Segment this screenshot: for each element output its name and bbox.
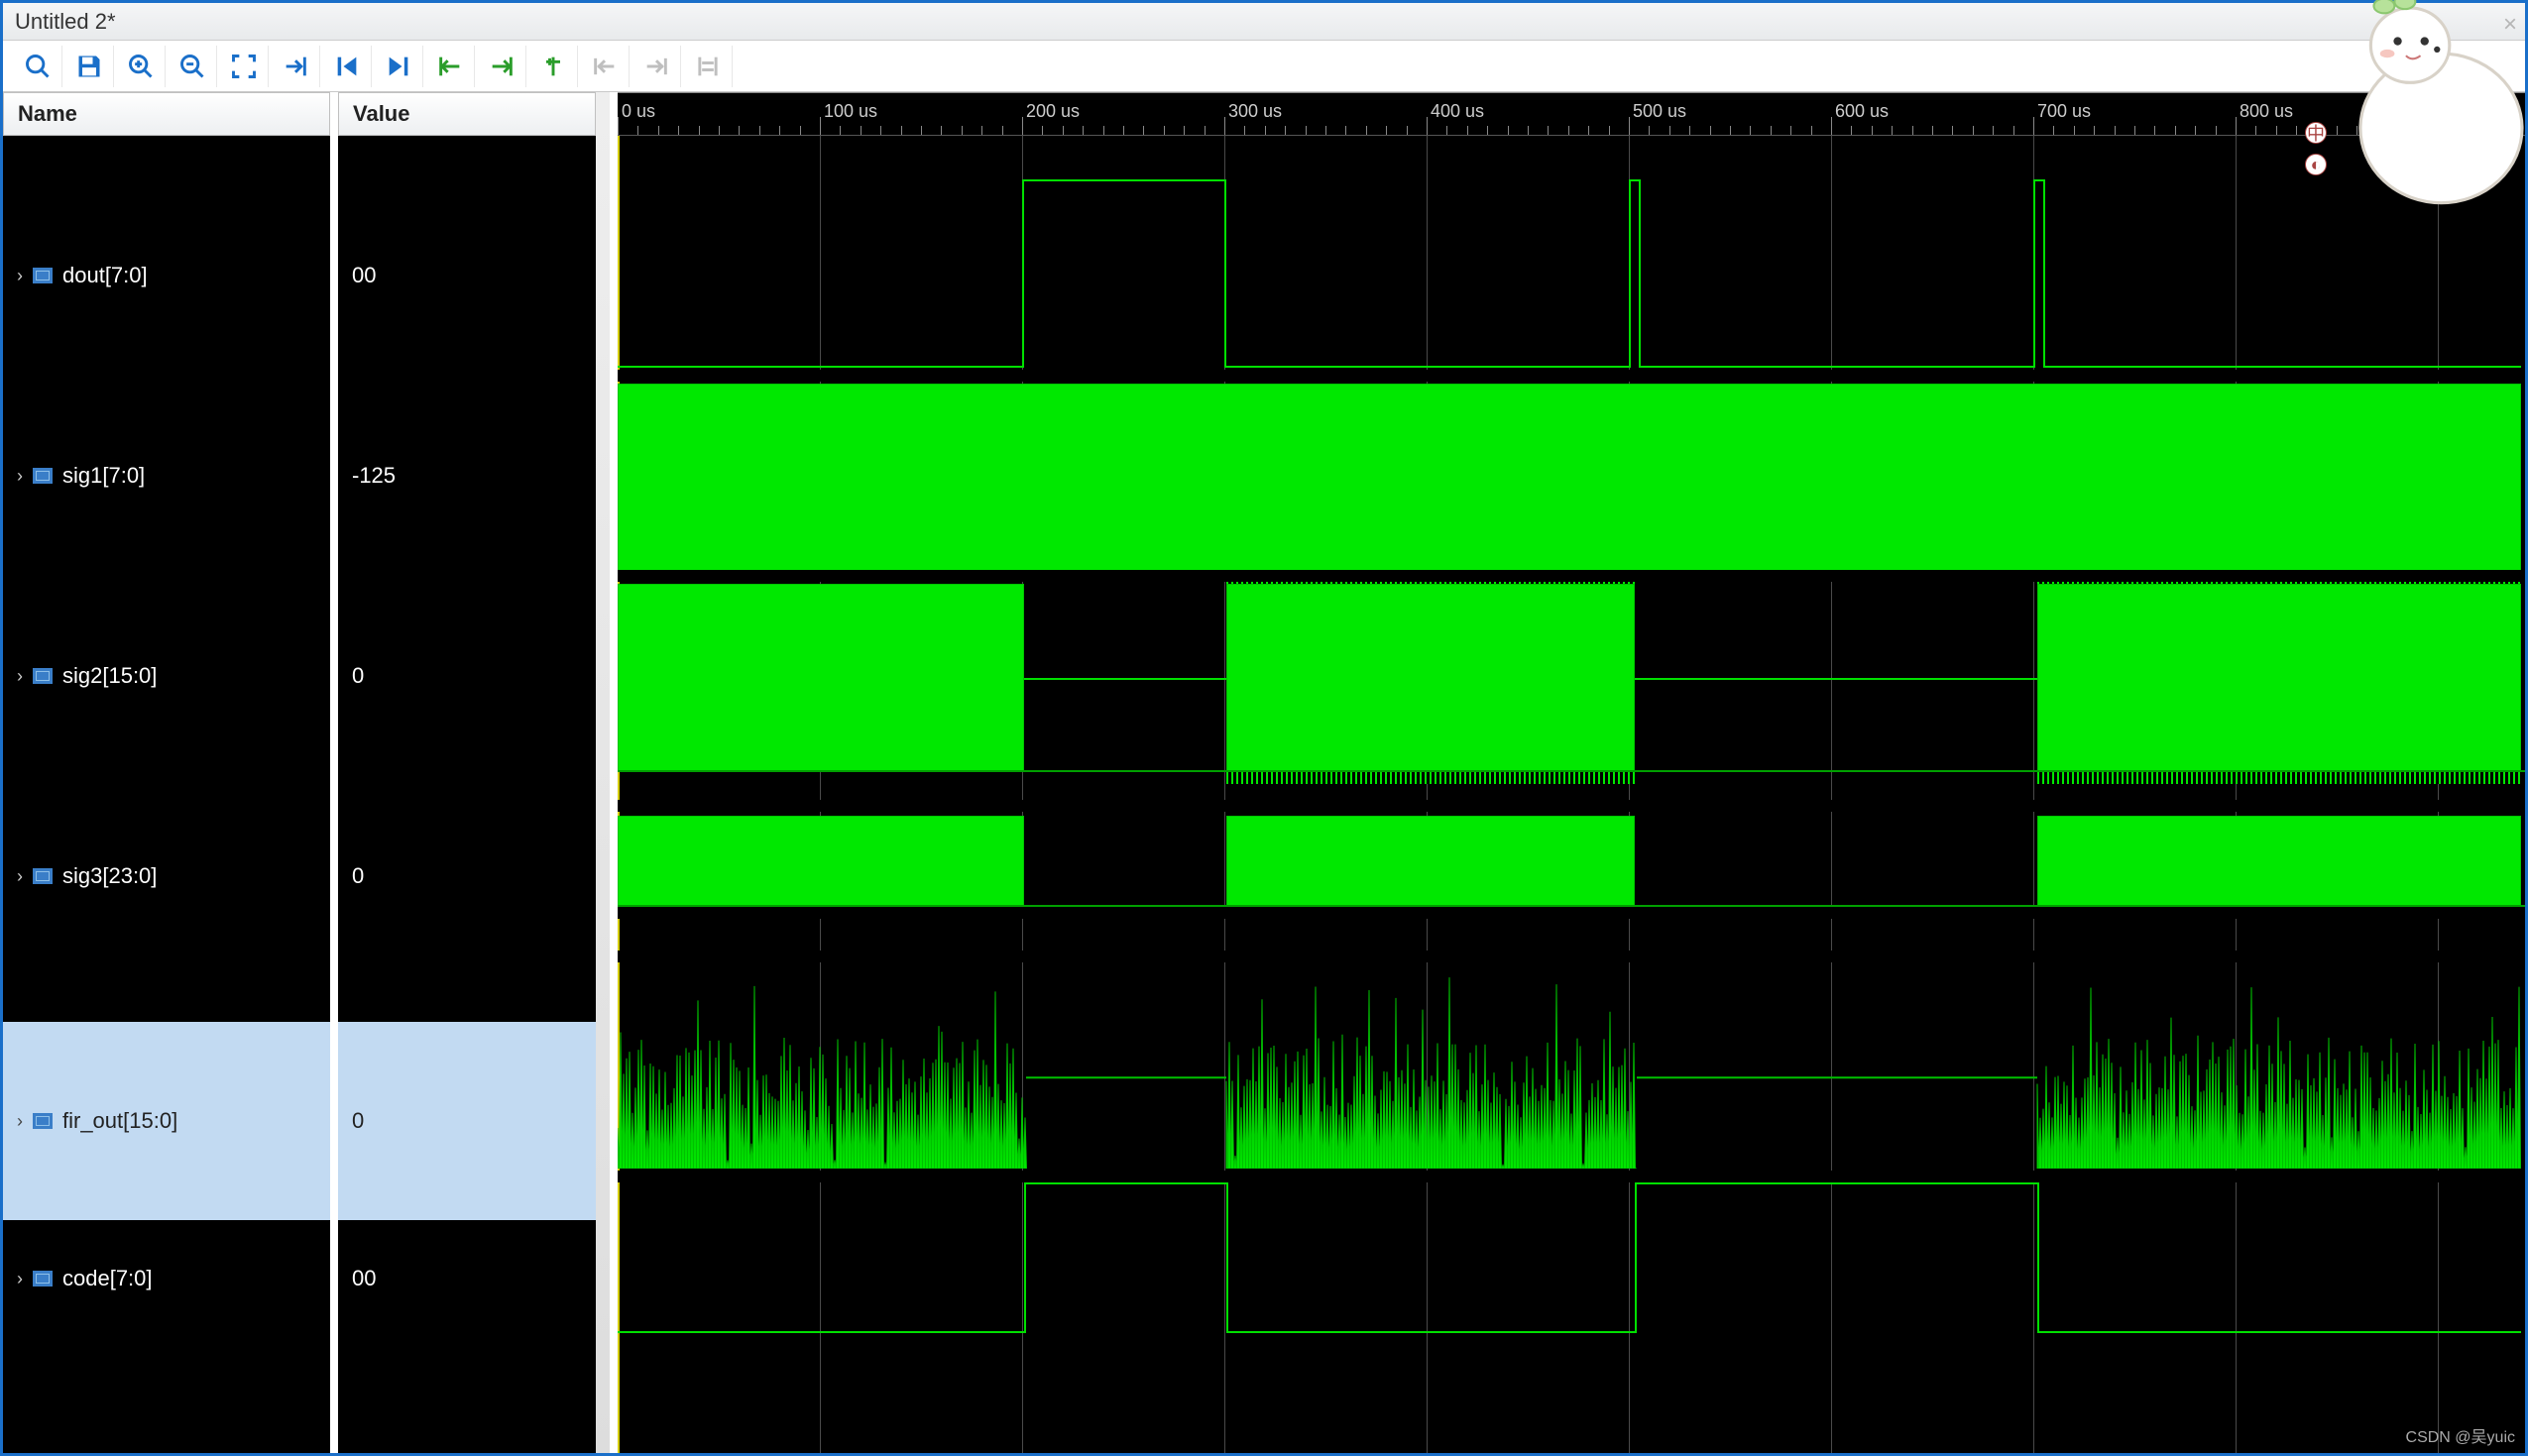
theme-badge-icon[interactable]: ◐ xyxy=(2305,154,2327,175)
signal-label: sig2[15:0] xyxy=(62,663,157,689)
time-tick: 0 us xyxy=(622,101,655,122)
bus-icon xyxy=(33,268,53,283)
value-panel: Value 00-12500000 xyxy=(338,92,596,1453)
expand-icon[interactable]: › xyxy=(17,1269,23,1289)
add-marker-icon[interactable] xyxy=(528,46,578,87)
ime-badge[interactable]: 中 xyxy=(2305,122,2327,144)
goto-cursor-icon[interactable] xyxy=(271,46,320,87)
time-tick: 700 us xyxy=(2037,101,2091,122)
signal-name-sig1[7:0][interactable]: › sig1[7:0] xyxy=(3,421,330,530)
titlebar: Untitled 2* × xyxy=(3,3,2525,41)
signal-value-dout[7:0][interactable]: 00 xyxy=(338,221,596,330)
bus-icon xyxy=(33,468,53,484)
wave-sig2 xyxy=(618,584,2525,772)
wave-grid xyxy=(618,136,2525,1453)
time-tick: 300 us xyxy=(1228,101,1282,122)
prev-marker-icon[interactable] xyxy=(580,46,630,87)
value-rows: 00-12500000 xyxy=(338,136,596,1453)
signal-value-sig3[23:0][interactable]: 0 xyxy=(338,822,596,931)
zoom-in-icon[interactable] xyxy=(116,46,166,87)
bus-icon xyxy=(33,1271,53,1287)
signal-value-sig2[15:0][interactable]: 0 xyxy=(338,621,596,730)
value-text: 0 xyxy=(352,663,364,689)
signal-name-fir_out[15:0][interactable]: › fir_out[15:0] xyxy=(3,1022,330,1220)
zoom-out-icon[interactable] xyxy=(168,46,217,87)
expand-icon[interactable]: › xyxy=(17,1111,23,1132)
signal-value-sig1[7:0][interactable]: -125 xyxy=(338,421,596,530)
wave-dout xyxy=(618,179,2525,368)
time-tick: 600 us xyxy=(1835,101,1889,122)
wave-code xyxy=(618,1182,2525,1333)
value-text: 00 xyxy=(352,1266,376,1291)
goto-start-icon[interactable] xyxy=(322,46,372,87)
splitter[interactable] xyxy=(596,92,610,1453)
swap-markers-icon[interactable] xyxy=(683,46,733,87)
watermark: CSDN @吴yuic xyxy=(2406,1423,2515,1447)
time-tick: 800 us xyxy=(2240,101,2293,122)
main-body: Name › dout[7:0] › sig1[7:0] › sig2[15:0] › sig… xyxy=(3,92,2525,1453)
expand-icon[interactable]: › xyxy=(17,466,23,487)
signal-value-fir_out[15:0][interactable]: 0 xyxy=(338,1022,596,1220)
prev-transition-icon[interactable] xyxy=(425,46,475,87)
wave-fir_out xyxy=(618,966,2525,1169)
next-marker-icon[interactable] xyxy=(632,46,681,87)
signal-label: fir_out[15:0] xyxy=(62,1108,177,1134)
zoom-fit-icon[interactable] xyxy=(219,46,269,87)
bus-icon xyxy=(33,1113,53,1129)
close-icon[interactable]: × xyxy=(2503,11,2517,39)
time-axis: 0 us 100 us 200 us 300 us 400 us 500 us 600 us… xyxy=(618,92,2525,136)
signal-value-code[7:0][interactable]: 00 xyxy=(338,1224,596,1333)
signal-label: sig1[7:0] xyxy=(62,463,145,489)
signal-name-sig2[15:0][interactable]: › sig2[15:0] xyxy=(3,621,330,730)
time-tick: 200 us xyxy=(1026,101,1080,122)
signal-label: sig3[23:0] xyxy=(62,863,157,889)
toolbar xyxy=(3,41,2525,92)
name-column-header[interactable]: Name xyxy=(3,92,330,136)
time-tick: 400 us xyxy=(1431,101,1484,122)
bus-icon xyxy=(33,668,53,684)
value-text: 0 xyxy=(352,1108,364,1134)
expand-icon[interactable]: › xyxy=(17,666,23,687)
value-text: 00 xyxy=(352,263,376,288)
signal-name-sig3[23:0][interactable]: › sig3[23:0] xyxy=(3,822,330,931)
search-icon[interactable] xyxy=(13,46,62,87)
time-tick: 500 us xyxy=(1633,101,1686,122)
value-text: -125 xyxy=(352,463,396,489)
wave-sig1 xyxy=(618,384,2525,572)
signal-name-dout[7:0][interactable]: › dout[7:0] xyxy=(3,221,330,330)
waveform-window: Untitled 2* × Name ›dout[7:0]›sig1[7:0]›… xyxy=(0,0,2528,1456)
signal-label: dout[7:0] xyxy=(62,263,148,288)
value-text: 0 xyxy=(352,863,364,889)
name-panel: Name › dout[7:0] › sig1[7:0] › sig2[15:0] › sig… xyxy=(3,92,330,1453)
wave-sig3 xyxy=(618,816,2525,907)
save-icon[interactable] xyxy=(64,46,114,87)
signal-name-code[7:0][interactable]: › code[7:0] xyxy=(3,1224,330,1333)
expand-icon[interactable]: › xyxy=(17,866,23,887)
goto-end-icon[interactable] xyxy=(374,46,423,87)
window-title: Untitled 2* xyxy=(15,9,116,35)
waveform-canvas[interactable]: 0 us 100 us 200 us 300 us 400 us 500 us 600 us… xyxy=(618,92,2525,1453)
expand-icon[interactable]: › xyxy=(17,266,23,286)
signal-label: code[7:0] xyxy=(62,1266,153,1291)
time-tick: 100 us xyxy=(824,101,877,122)
bus-icon xyxy=(33,868,53,884)
time-tick: 900 us xyxy=(2442,101,2495,122)
value-column-header[interactable]: Value xyxy=(338,92,596,136)
name-rows: › dout[7:0] › sig1[7:0] › sig2[15:0] › sig3[23:… xyxy=(3,136,330,1453)
next-transition-icon[interactable] xyxy=(477,46,526,87)
